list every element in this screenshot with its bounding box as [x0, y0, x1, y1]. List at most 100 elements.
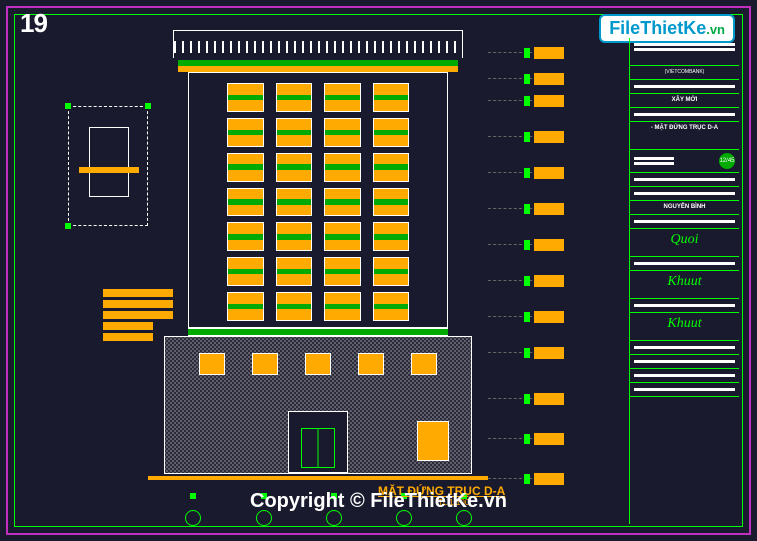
tb-sheet-name: - MẶT ĐỨNG TRỤC D-A — [630, 122, 739, 150]
level-tag — [534, 95, 564, 107]
level-tick — [524, 168, 530, 178]
window — [276, 222, 313, 251]
level-tag — [534, 73, 564, 85]
watermark-suffix: .vn — [706, 22, 725, 37]
level-tick — [524, 240, 530, 250]
window-grid — [227, 83, 409, 321]
level-mark — [488, 280, 558, 282]
window — [227, 153, 264, 182]
tb-cell — [630, 299, 739, 313]
tb-redacted — [634, 220, 735, 223]
tb-redacted — [634, 374, 735, 377]
tb-cell — [630, 257, 739, 271]
detail-box — [89, 127, 129, 197]
window — [227, 222, 264, 251]
window — [276, 118, 313, 147]
level-tick — [524, 48, 530, 58]
level-tag — [534, 239, 564, 251]
tb-redacted — [634, 304, 735, 307]
level-mark — [488, 136, 558, 138]
window — [276, 83, 313, 112]
tb-cell — [630, 369, 739, 383]
detail-callout — [68, 106, 148, 226]
side-door — [417, 421, 449, 461]
window — [227, 188, 264, 217]
window — [373, 83, 410, 112]
window — [227, 118, 264, 147]
level-mark — [488, 244, 558, 246]
tb-redacted — [634, 48, 735, 51]
level-tick — [524, 132, 530, 142]
legend-row — [103, 300, 173, 308]
tb-cell — [630, 108, 739, 122]
level-mark — [488, 100, 558, 102]
roof — [173, 30, 463, 58]
sheet-total: 45 — [728, 158, 735, 164]
level-tick — [524, 474, 530, 484]
building-elevation — [188, 38, 448, 478]
window — [373, 188, 410, 217]
level-tick — [524, 434, 530, 444]
tb-phase: XÂY MỚI — [630, 94, 739, 108]
podium-window — [411, 353, 437, 375]
level-tag — [534, 131, 564, 143]
tb-redacted — [634, 85, 735, 88]
level-tag — [534, 275, 564, 287]
level-tag — [534, 203, 564, 215]
detail-corner-marker — [65, 223, 71, 229]
level-tick — [524, 276, 530, 286]
tb-redacted — [634, 262, 735, 265]
roof-band — [178, 60, 458, 72]
level-mark — [488, 78, 558, 80]
tb-redacted — [634, 178, 735, 181]
tb-cell — [630, 355, 739, 369]
tb-cell — [630, 341, 739, 355]
detail-corner-marker — [65, 103, 71, 109]
level-tick — [524, 204, 530, 214]
level-mark — [488, 52, 558, 54]
window — [324, 83, 361, 112]
window — [227, 83, 264, 112]
sheet-no: 12 — [719, 158, 726, 164]
window — [227, 292, 264, 321]
tb-cell — [630, 173, 739, 187]
level-mark — [488, 478, 558, 480]
level-tick — [524, 348, 530, 358]
legend — [103, 286, 173, 344]
level-mark — [488, 398, 558, 400]
grid-tick — [190, 493, 196, 499]
tb-signature-row: Quoi — [630, 229, 739, 257]
signature: Khuut — [667, 274, 701, 289]
level-mark — [488, 172, 558, 174]
signature: Khuut — [667, 316, 701, 331]
window — [324, 153, 361, 182]
level-mark — [488, 208, 558, 210]
podium-window — [305, 353, 331, 375]
tb-cell — [630, 383, 739, 397]
tb-sheet-no: 12/45 — [630, 150, 739, 173]
level-tag — [534, 47, 564, 59]
level-tag — [534, 473, 564, 485]
window — [373, 118, 410, 147]
tb-redacted — [634, 192, 735, 195]
entrance-door — [301, 428, 335, 468]
window — [324, 222, 361, 251]
window — [324, 188, 361, 217]
window — [373, 222, 410, 251]
window — [276, 188, 313, 217]
window — [373, 153, 410, 182]
mid-band — [188, 328, 448, 336]
podium-window — [252, 353, 278, 375]
level-tick — [524, 394, 530, 404]
level-tag — [534, 347, 564, 359]
detail-corner-marker — [145, 103, 151, 109]
window — [373, 257, 410, 286]
podium-window — [358, 353, 384, 375]
tb-client: (VIETCOMBANK) — [630, 66, 739, 80]
tb-cell — [630, 187, 739, 201]
grid-bubble — [185, 510, 201, 526]
podium-windows — [195, 353, 441, 375]
tb-redacted — [634, 155, 674, 167]
tower — [188, 72, 448, 328]
level-mark — [488, 438, 558, 440]
